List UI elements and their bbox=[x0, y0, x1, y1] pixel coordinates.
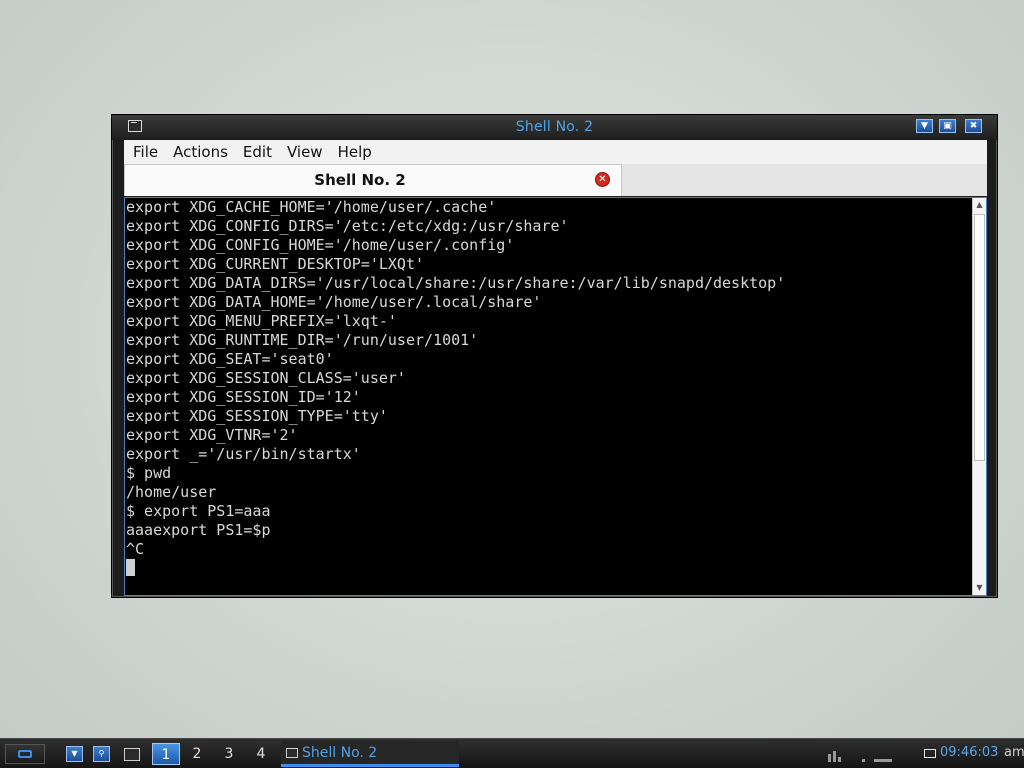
terminal-line: $ pwd bbox=[126, 464, 172, 482]
desktop-switch-1[interactable]: 1 bbox=[152, 743, 180, 765]
terminal-line: export XDG_CACHE_HOME='/home/user/.cache… bbox=[126, 198, 497, 216]
terminal-line: export XDG_CONFIG_HOME='/home/user/.conf… bbox=[126, 236, 515, 254]
terminal-line: export XDG_RUNTIME_DIR='/run/user/1001' bbox=[126, 331, 479, 349]
terminal-line: export XDG_SESSION_ID='12' bbox=[126, 388, 361, 406]
terminal-output[interactable]: export XDG_CACHE_HOME='/home/user/.cache… bbox=[124, 197, 987, 596]
menu-file[interactable]: File bbox=[127, 140, 164, 164]
desktop-switch-2[interactable]: 2 bbox=[183, 743, 211, 765]
terminal-scrollbar[interactable]: ▲ ▼ bbox=[972, 198, 986, 595]
scroll-down-icon[interactable]: ▼ bbox=[973, 581, 986, 595]
terminal-line: export XDG_DATA_DIRS='/usr/local/share:/… bbox=[126, 274, 786, 292]
tab-label: Shell No. 2 bbox=[314, 171, 406, 189]
menu-actions[interactable]: Actions bbox=[167, 140, 234, 164]
tab-bar: Shell No. 2 ✕ bbox=[124, 164, 987, 196]
terminal-line: export XDG_SESSION_CLASS='user' bbox=[126, 369, 406, 387]
menu-help[interactable]: Help bbox=[332, 140, 378, 164]
tab-shell-2[interactable]: Shell No. 2 ✕ bbox=[124, 164, 622, 196]
terminal-window: Shell No. 2 ▼ ▣ ✖ File Actions Edit View Hel… bbox=[111, 114, 998, 598]
window-title: Shell No. 2 bbox=[515, 119, 594, 135]
text-cursor bbox=[126, 559, 135, 576]
terminal-line: export XDG_SESSION_TYPE='tty' bbox=[126, 407, 388, 425]
clock[interactable]: 09:46:03 bbox=[940, 745, 998, 760]
terminal-line: export XDG_SEAT='seat0' bbox=[126, 350, 334, 368]
show-desktop-icon[interactable]: ▼ bbox=[66, 746, 83, 762]
main-menu-button[interactable] bbox=[5, 744, 45, 764]
search-icon[interactable]: ⚲ bbox=[93, 746, 110, 762]
terminal-line: export XDG_CONFIG_DIRS='/etc:/etc/xdg:/u… bbox=[126, 217, 569, 235]
maximize-button[interactable]: ▣ bbox=[939, 119, 956, 133]
terminal-line: export _='/usr/bin/startx' bbox=[126, 445, 361, 463]
taskbar: ▼ ⚲ 1 2 3 4 Shell No. 2 09:46:03 am bbox=[0, 738, 1024, 768]
desktop: { "window": { "title": "Shell No. 2", "b… bbox=[0, 0, 1024, 768]
network-monitor-bar bbox=[862, 759, 865, 762]
terminal-text: export XDG_CACHE_HOME='/home/user/.cache… bbox=[126, 198, 971, 578]
taskbar-task-shell-2[interactable]: Shell No. 2 bbox=[281, 741, 459, 767]
terminal-launcher-icon[interactable] bbox=[124, 748, 140, 761]
terminal-line: export XDG_DATA_HOME='/home/user/.local/… bbox=[126, 293, 542, 311]
cpu-monitor-bar bbox=[828, 754, 831, 762]
terminal-line: ^C bbox=[126, 540, 145, 558]
scroll-up-icon[interactable]: ▲ bbox=[973, 198, 986, 212]
terminal-line: $ export PS1=aaa bbox=[126, 502, 271, 520]
menu-edit[interactable]: Edit bbox=[237, 140, 278, 164]
clock-ampm: am bbox=[1004, 745, 1024, 760]
minimize-button[interactable]: ▼ bbox=[916, 119, 933, 133]
task-label: Shell No. 2 bbox=[302, 745, 378, 761]
terminal-line: export XDG_VTNR='2' bbox=[126, 426, 298, 444]
desktop-switch-4[interactable]: 4 bbox=[247, 743, 275, 765]
mail-icon[interactable] bbox=[924, 749, 936, 758]
menu-view[interactable]: View bbox=[281, 140, 329, 164]
volume-level-bar[interactable] bbox=[874, 759, 892, 762]
terminal-line: export XDG_MENU_PREFIX='lxqt-' bbox=[126, 312, 397, 330]
scrollbar-thumb[interactable] bbox=[974, 214, 985, 461]
cpu-monitor-bar bbox=[833, 751, 836, 762]
desktop-switch-3[interactable]: 3 bbox=[215, 743, 243, 765]
terminal-icon bbox=[286, 748, 298, 758]
close-window-button[interactable]: ✖ bbox=[965, 119, 982, 133]
window-titlebar[interactable]: Shell No. 2 ▼ ▣ ✖ bbox=[112, 115, 997, 140]
cpu-monitor-bar bbox=[838, 757, 841, 762]
terminal-line: /home/user bbox=[126, 483, 217, 501]
menubar: File Actions Edit View Help bbox=[124, 140, 987, 165]
terminal-line: export XDG_CURRENT_DESKTOP='LXQt' bbox=[126, 255, 425, 273]
terminal-line: aaaexport PS1=$p bbox=[126, 521, 271, 539]
close-tab-icon[interactable]: ✕ bbox=[595, 172, 610, 187]
terminal-prompt-line[interactable] bbox=[126, 559, 971, 578]
system-tray bbox=[826, 744, 918, 764]
